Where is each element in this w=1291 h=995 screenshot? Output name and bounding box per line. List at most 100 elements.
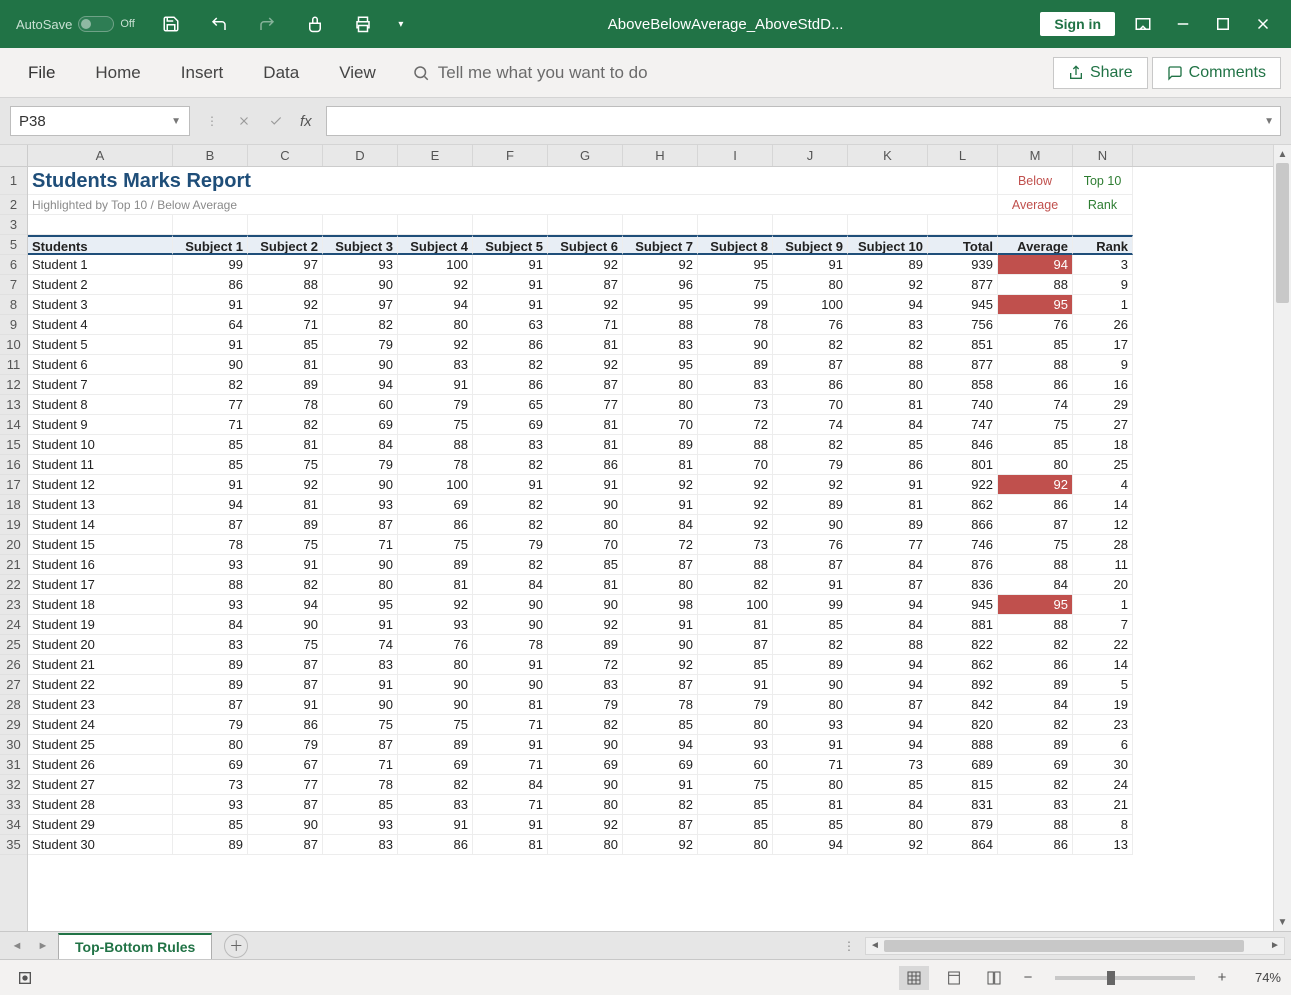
cell[interactable]: 71	[473, 755, 548, 775]
cell[interactable]	[548, 215, 623, 235]
cell[interactable]: 8	[1073, 815, 1133, 835]
cell[interactable]: 87	[623, 815, 698, 835]
cell[interactable]: 71	[323, 535, 398, 555]
cell[interactable]: 88	[173, 575, 248, 595]
cell[interactable]: 82	[998, 635, 1073, 655]
row-header-24[interactable]: 24	[0, 615, 27, 635]
scroll-down-icon[interactable]: ▼	[1274, 913, 1291, 931]
cell[interactable]: 89	[773, 495, 848, 515]
cell[interactable]: 90	[548, 775, 623, 795]
cell[interactable]: 69	[473, 415, 548, 435]
cell[interactable]: 92	[548, 355, 623, 375]
cell[interactable]: 93	[398, 615, 473, 635]
cell[interactable]: 85	[698, 655, 773, 675]
cell[interactable]: 90	[473, 615, 548, 635]
cell[interactable]: 26	[1073, 315, 1133, 335]
cell[interactable]: 90	[698, 335, 773, 355]
cell[interactable]: 71	[548, 315, 623, 335]
cell[interactable]: 80	[173, 735, 248, 755]
tab-home[interactable]: Home	[77, 53, 158, 93]
cell[interactable]: 862	[928, 495, 998, 515]
cell[interactable]: 71	[323, 755, 398, 775]
cell[interactable]: 71	[173, 415, 248, 435]
cell[interactable]: 85	[173, 435, 248, 455]
cell[interactable]: 81	[548, 575, 623, 595]
macro-record-icon[interactable]	[10, 966, 40, 990]
col-header-E[interactable]: E	[398, 145, 473, 166]
cell[interactable]: 879	[928, 815, 998, 835]
cell[interactable]: Student 5	[28, 335, 173, 355]
cell[interactable]: 91	[473, 475, 548, 495]
cell[interactable]: 86	[773, 375, 848, 395]
cell[interactable]: 945	[928, 295, 998, 315]
cell[interactable]: 80	[398, 655, 473, 675]
col-header-N[interactable]: N	[1073, 145, 1133, 166]
cell[interactable]: 83	[623, 335, 698, 355]
cell[interactable]: 877	[928, 355, 998, 375]
cell[interactable]: 90	[398, 675, 473, 695]
row-header-8[interactable]: 8	[0, 295, 27, 315]
cell[interactable]: 82	[698, 575, 773, 595]
cell[interactable]: 72	[698, 415, 773, 435]
cell[interactable]: 99	[773, 595, 848, 615]
col-header-H[interactable]: H	[623, 145, 698, 166]
cell[interactable]: 77	[548, 395, 623, 415]
cell[interactable]: 88	[998, 555, 1073, 575]
cell[interactable]: 89	[623, 435, 698, 455]
cell[interactable]: 11	[1073, 555, 1133, 575]
row-header-18[interactable]: 18	[0, 495, 27, 515]
cell[interactable]: 29	[1073, 395, 1133, 415]
cell[interactable]: 80	[848, 815, 928, 835]
cell[interactable]: 20	[1073, 575, 1133, 595]
scroll-right-icon[interactable]: ►	[1266, 940, 1284, 951]
cell[interactable]: 76	[398, 635, 473, 655]
row-header-26[interactable]: 26	[0, 655, 27, 675]
cell[interactable]: 94	[623, 735, 698, 755]
cell[interactable]: 21	[1073, 795, 1133, 815]
row-header-5[interactable]: 5	[0, 235, 27, 255]
cell[interactable]: 93	[173, 595, 248, 615]
cancel-formula-icon[interactable]	[230, 107, 258, 135]
cell[interactable]: 94	[773, 835, 848, 855]
cell[interactable]: 83	[173, 635, 248, 655]
col-header-G[interactable]: G	[548, 145, 623, 166]
cell[interactable]: 76	[773, 535, 848, 555]
row-header-3[interactable]: 3	[0, 215, 27, 235]
cell[interactable]: 25	[1073, 455, 1133, 475]
row-header-25[interactable]: 25	[0, 635, 27, 655]
cell[interactable]: 74	[998, 395, 1073, 415]
cell[interactable]: 91	[848, 475, 928, 495]
cell[interactable]: 85	[173, 815, 248, 835]
cell[interactable]: 95	[323, 595, 398, 615]
options-icon[interactable]: ⋮	[198, 107, 226, 135]
cell[interactable]	[1073, 215, 1133, 235]
cell[interactable]: 6	[1073, 735, 1133, 755]
cell[interactable]: 836	[928, 575, 998, 595]
cell[interactable]: 78	[473, 635, 548, 655]
cell[interactable]: 89	[173, 675, 248, 695]
column-header[interactable]: Subject 5	[473, 235, 548, 255]
tell-me-search[interactable]: Tell me what you want to do	[398, 63, 648, 83]
cell[interactable]: 75	[698, 275, 773, 295]
cell[interactable]: 90	[398, 695, 473, 715]
col-header-A[interactable]: A	[28, 145, 173, 166]
cell[interactable]: 80	[848, 375, 928, 395]
cell[interactable]: 83	[548, 675, 623, 695]
cell[interactable]: 82	[848, 335, 928, 355]
column-header[interactable]: Subject 9	[773, 235, 848, 255]
cell[interactable]: 94	[848, 735, 928, 755]
cell[interactable]: 64	[173, 315, 248, 335]
cell[interactable]: 7	[1073, 615, 1133, 635]
cell[interactable]: 80	[773, 275, 848, 295]
cell[interactable]: 82	[548, 715, 623, 735]
column-header[interactable]: Subject 7	[623, 235, 698, 255]
column-header[interactable]: Students	[28, 235, 173, 255]
cell[interactable]: 82	[473, 495, 548, 515]
horizontal-scrollbar[interactable]: ◄ ►	[865, 937, 1285, 955]
cell[interactable]: Student 22	[28, 675, 173, 695]
cell[interactable]: 747	[928, 415, 998, 435]
cell[interactable]: 740	[928, 395, 998, 415]
cell[interactable]: 75	[698, 775, 773, 795]
cell[interactable]: 88	[998, 355, 1073, 375]
cell[interactable]: 19	[1073, 695, 1133, 715]
